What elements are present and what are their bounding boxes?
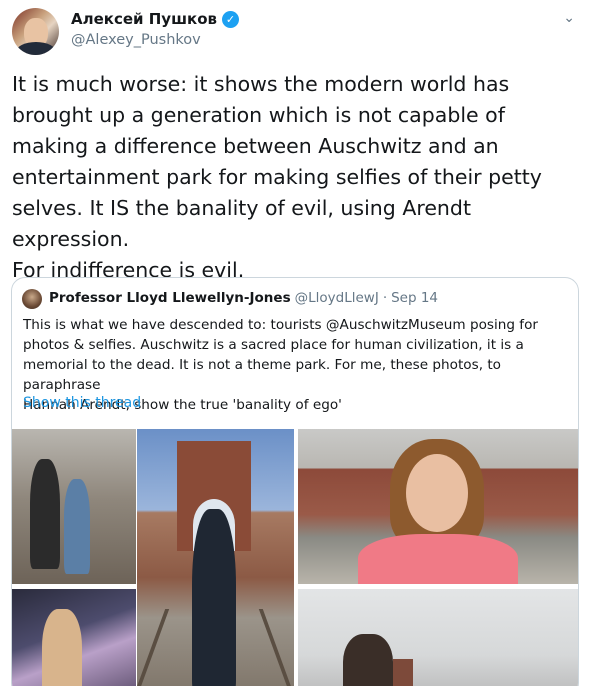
quoted-author-handle: @LloydLlewJ bbox=[294, 290, 379, 306]
quoted-tweet[interactable]: Professor Lloyd Llewellyn-Jones @LloydLl… bbox=[11, 277, 579, 686]
photo-rail bbox=[258, 609, 294, 686]
tweet-text: It is much worse: it shows the modern wo… bbox=[12, 72, 542, 282]
avatar-suit bbox=[16, 42, 56, 55]
author-name[interactable]: Алексей Пушков bbox=[71, 10, 217, 28]
photo-tourists-posing[interactable] bbox=[12, 429, 136, 584]
photo-gate-railway[interactable] bbox=[137, 429, 294, 686]
photo-rail bbox=[137, 609, 170, 686]
quoted-tweet-header: Professor Lloyd Llewellyn-Jones @LloydLl… bbox=[49, 290, 438, 306]
photo-night-selfie[interactable] bbox=[12, 589, 136, 686]
tweet: Алексей Пушков ✓ @Alexey_Pushkov ⌄ It is… bbox=[0, 0, 597, 686]
photo-selfie[interactable] bbox=[298, 429, 578, 584]
verified-badge-icon: ✓ bbox=[222, 10, 239, 28]
show-thread-link[interactable]: Show this thread bbox=[23, 395, 141, 411]
photo-figure bbox=[30, 459, 60, 569]
photo-figure bbox=[192, 509, 236, 686]
quoted-separator: · bbox=[382, 290, 388, 306]
photo-shirt bbox=[358, 534, 518, 584]
author-name-row[interactable]: Алексей Пушков ✓ bbox=[71, 10, 239, 28]
photo-man-camp[interactable] bbox=[298, 589, 578, 686]
quoted-author-name: Professor Lloyd Llewellyn-Jones bbox=[49, 290, 291, 306]
photo-figure bbox=[42, 609, 82, 686]
chevron-down-icon[interactable]: ⌄ bbox=[563, 10, 575, 26]
author-handle[interactable]: @Alexey_Pushkov bbox=[71, 32, 201, 48]
quoted-author-avatar bbox=[22, 289, 42, 309]
quoted-date: Sep 14 bbox=[391, 290, 439, 306]
author-avatar[interactable] bbox=[12, 8, 59, 55]
photo-figure bbox=[64, 479, 90, 574]
photo-face bbox=[406, 454, 468, 532]
photo-tower bbox=[393, 659, 413, 686]
photo-figure bbox=[343, 634, 393, 686]
photo-grid bbox=[12, 429, 578, 686]
